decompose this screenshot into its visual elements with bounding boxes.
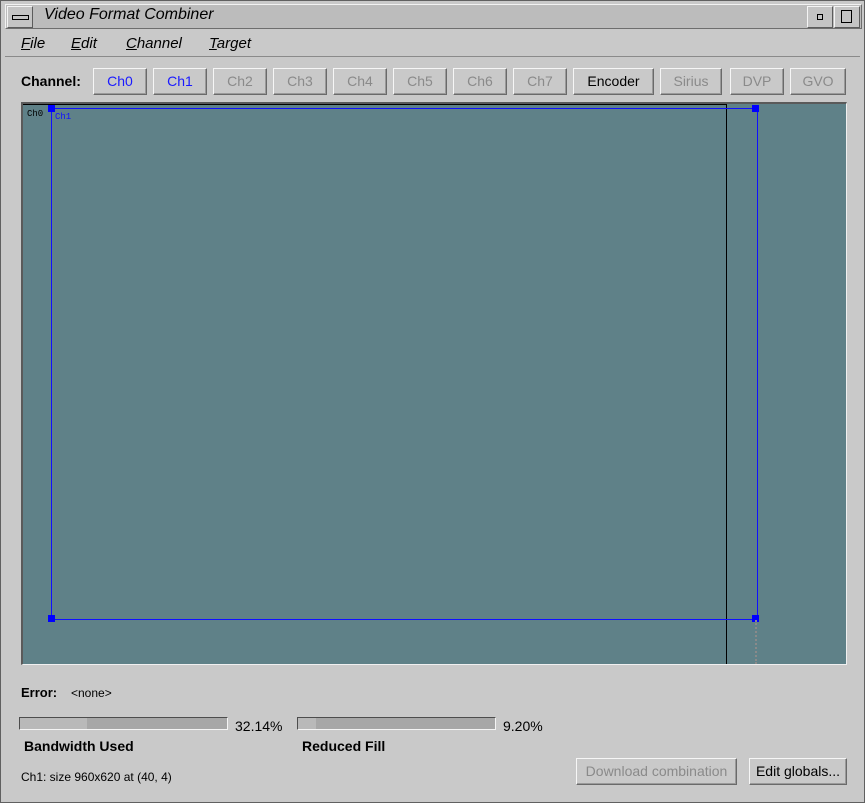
ch1-handle-top-left[interactable]	[48, 105, 55, 112]
status-text: Ch1: size 960x620 at (40, 4)	[21, 770, 172, 784]
error-label: Error:	[21, 685, 58, 700]
bandwidth-meter-fill	[20, 718, 87, 729]
channel-button-gvo[interactable]: GVO	[790, 68, 846, 95]
ch1-handle-bottom-left[interactable]	[48, 615, 55, 622]
bandwidth-meter	[19, 717, 228, 730]
channel-button-ch2[interactable]: Ch2	[213, 68, 267, 95]
channel-button-encoder[interactable]: Encoder	[573, 68, 654, 95]
channel-button-ch5[interactable]: Ch5	[393, 68, 447, 95]
maximize-icon	[841, 10, 852, 23]
error-value: <none>	[71, 686, 112, 700]
app-window: Video Format Combiner File Edit Channel …	[0, 0, 865, 803]
channel-button-ch7[interactable]: Ch7	[513, 68, 567, 95]
ch1-region-label: Ch1	[55, 112, 72, 122]
channel-button-dvp[interactable]: DVP	[730, 68, 784, 95]
menu-target[interactable]: Target	[209, 35, 251, 52]
bandwidth-label: Bandwidth Used	[24, 738, 134, 754]
maximize-button[interactable]	[834, 6, 860, 28]
bandwidth-percent: 32.14%	[235, 718, 283, 734]
channel-button-ch0[interactable]: Ch0	[93, 68, 147, 95]
menu-bar: File Edit Channel Target	[5, 30, 860, 57]
channel-button-ch6[interactable]: Ch6	[453, 68, 507, 95]
reduced-fill-meter	[297, 717, 496, 730]
minimize-button[interactable]	[807, 6, 833, 28]
combiner-canvas[interactable]: Ch0 Ch1	[21, 102, 847, 665]
ch1-handle-top-right[interactable]	[752, 105, 759, 112]
download-combination-button[interactable]: Download combination	[576, 758, 737, 785]
channel-button-ch4[interactable]: Ch4	[333, 68, 387, 95]
channel-button-ch3[interactable]: Ch3	[273, 68, 327, 95]
minimize-icon	[817, 14, 823, 20]
reduced-fill-label: Reduced Fill	[302, 738, 386, 754]
window-menu-button[interactable]	[7, 6, 33, 28]
window-title: Video Format Combiner	[44, 6, 214, 23]
reduced-fill-meter-fill	[298, 718, 317, 729]
ch1-region[interactable]	[51, 108, 758, 620]
ch1-overflow-marker	[755, 620, 758, 664]
menu-channel[interactable]: Channel	[126, 35, 182, 52]
channel-button-ch1[interactable]: Ch1	[153, 68, 207, 95]
menu-edit[interactable]: Edit	[71, 35, 97, 52]
title-bar[interactable]: Video Format Combiner	[5, 4, 862, 29]
reduced-fill-percent: 9.20%	[503, 718, 543, 734]
menu-file[interactable]: File	[21, 35, 45, 52]
ch0-region-label: Ch0	[27, 109, 44, 119]
channel-button-sirius[interactable]: Sirius	[660, 68, 722, 95]
window-menu-icon	[12, 15, 29, 20]
channel-label: Channel:	[21, 73, 81, 89]
edit-globals-button[interactable]: Edit globals...	[749, 758, 847, 785]
